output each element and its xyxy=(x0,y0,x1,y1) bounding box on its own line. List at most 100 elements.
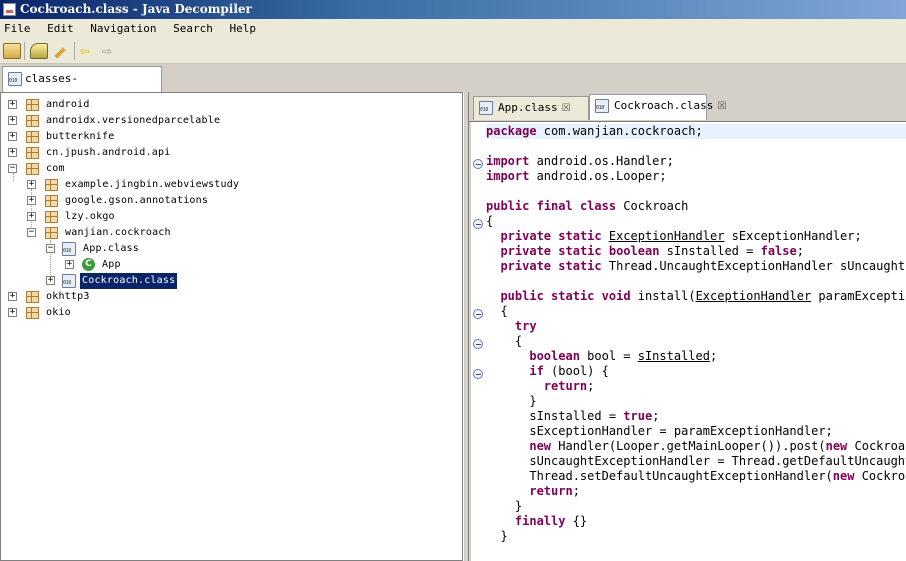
code-line: new Handler(Looper.getMainLooper()).post… xyxy=(529,439,906,453)
expand-toggle[interactable]: + xyxy=(65,260,74,269)
tree-item-label: lzy.okgo xyxy=(65,211,115,222)
expand-toggle[interactable]: + xyxy=(8,308,17,317)
code-editor[interactable]: package com.wanjian.cockroach; import and… xyxy=(471,122,906,561)
tree-item-label: okhttp3 xyxy=(46,291,90,302)
package-icon xyxy=(26,163,39,175)
code-line: sUncaughtExceptionHandler = Thread.getDe… xyxy=(529,454,906,468)
find-icon[interactable] xyxy=(52,43,70,59)
expand-toggle[interactable]: + xyxy=(8,100,17,109)
code-line: return; xyxy=(543,379,595,393)
code-line: sExceptionHandler = paramExceptionHandle… xyxy=(486,424,833,438)
back-arrow-icon[interactable]: ⇦ xyxy=(80,43,98,59)
tree-item-label: okio xyxy=(46,307,71,318)
tree-line xyxy=(13,173,14,181)
tree-item-label: cn.jpush.android.api xyxy=(46,147,171,158)
expand-toggle[interactable]: + xyxy=(8,148,17,157)
code-line: { xyxy=(486,304,508,318)
code-line: if (bool) { xyxy=(529,364,609,378)
code-line: public final class Cockroach xyxy=(486,199,689,213)
app-icon xyxy=(3,3,16,16)
toolbar-separator xyxy=(74,42,75,60)
code-line: return; xyxy=(529,484,580,498)
class-file-icon xyxy=(62,274,76,288)
toolbar-separator xyxy=(24,42,25,60)
tree-item-label: App.class xyxy=(83,243,139,254)
code-line: private static Thread.UncaughtExceptionH… xyxy=(500,259,906,273)
expand-toggle[interactable]: + xyxy=(27,196,36,205)
menu-search[interactable]: Search xyxy=(173,22,213,35)
package-icon xyxy=(26,291,39,303)
code-line: package com.wanjian.cockroach; xyxy=(486,124,906,139)
expand-toggle[interactable]: + xyxy=(8,132,17,141)
forward-arrow-icon[interactable]: ⇨ xyxy=(102,43,120,59)
tab-label: Cockroach.class xyxy=(614,99,714,112)
fold-icon[interactable] xyxy=(473,159,483,169)
toolbar: ⇦ ⇨ xyxy=(0,39,906,64)
code-line: try xyxy=(514,319,537,333)
tree-item-label: google.gson.annotations xyxy=(65,195,209,206)
tree-item-label: com xyxy=(46,163,65,174)
tab-classes-dex2jar[interactable]: classes-dex2jar.jar☒ xyxy=(2,66,162,109)
class-file-icon xyxy=(595,99,609,113)
open-folder-icon[interactable] xyxy=(3,43,21,59)
code-line: finally {} xyxy=(514,514,588,528)
open-jar-icon[interactable] xyxy=(30,43,48,59)
tab-label: App.class xyxy=(498,101,558,114)
fold-icon[interactable] xyxy=(473,369,483,379)
tab-cockroach-class[interactable]: Cockroach.class☒ xyxy=(589,94,726,120)
expand-toggle[interactable]: + xyxy=(27,212,36,221)
collapse-toggle[interactable]: − xyxy=(8,164,17,173)
tree-item-label-selected: Cockroach.class xyxy=(80,273,178,289)
menu-file[interactable]: File xyxy=(4,22,31,35)
collapse-toggle[interactable]: − xyxy=(27,228,36,237)
code-line: } xyxy=(486,394,537,408)
expand-toggle[interactable]: + xyxy=(8,292,17,301)
tree-item-label: wanjian.cockroach xyxy=(65,227,171,238)
package-tree: + android + androidx.versionedparcelable… xyxy=(0,92,463,561)
menu-help[interactable]: Help xyxy=(229,22,256,35)
main-tab-bar: classes-dex2jar.jar☒ xyxy=(0,64,906,109)
code-line: Thread.setDefaultUncaughtExceptionHandle… xyxy=(486,469,906,483)
code-line: private static ExceptionHandler sExcepti… xyxy=(500,229,862,243)
package-icon xyxy=(26,99,39,111)
editor-gutter xyxy=(471,122,485,561)
tree-item-label: butterknife xyxy=(46,131,115,142)
window-title: Cockroach.class - Java Decompiler xyxy=(20,2,252,16)
menu-navigation[interactable]: Navigation xyxy=(90,22,156,35)
pane-splitter[interactable] xyxy=(463,92,469,561)
tab-app-class[interactable]: App.class ☒ xyxy=(473,96,589,120)
expand-toggle[interactable]: + xyxy=(46,276,55,285)
fold-icon[interactable] xyxy=(473,309,483,319)
menu-bar: File Edit Navigation Search Help xyxy=(0,19,906,39)
jar-file-icon xyxy=(8,72,22,86)
collapse-toggle[interactable]: − xyxy=(46,244,55,253)
tree-item-label: androidx.versionedparcelable xyxy=(46,115,221,126)
package-icon xyxy=(45,195,58,207)
fold-icon[interactable] xyxy=(473,219,483,229)
close-tab-icon[interactable]: ☒ xyxy=(717,101,726,112)
package-icon xyxy=(45,227,58,239)
code-line: } xyxy=(486,529,508,543)
expand-toggle[interactable]: + xyxy=(27,180,36,189)
class-file-icon xyxy=(479,101,493,115)
code-line: { xyxy=(486,214,494,228)
expand-toggle[interactable]: + xyxy=(8,116,17,125)
title-bar: Cockroach.class - Java Decompiler xyxy=(0,0,906,19)
package-icon xyxy=(26,307,39,319)
package-icon xyxy=(26,115,39,127)
menu-edit[interactable]: Edit xyxy=(47,22,74,35)
class-file-icon xyxy=(62,242,76,256)
fold-icon[interactable] xyxy=(473,339,483,349)
package-icon xyxy=(45,179,58,191)
code-line: import android.os.Looper; xyxy=(486,169,667,183)
tree-item-label: android xyxy=(46,99,90,110)
class-icon: C xyxy=(82,258,95,271)
close-tab-icon[interactable]: ☒ xyxy=(562,103,571,114)
code-line: private static boolean sInstalled = fals… xyxy=(500,244,804,258)
code-line: import android.os.Handler; xyxy=(486,154,674,168)
code-line: } xyxy=(486,499,523,513)
code-line: public static void install(ExceptionHand… xyxy=(500,289,906,303)
package-icon xyxy=(26,147,39,159)
tree-item-label: example.jingbin.webviewstudy xyxy=(65,179,240,190)
code-line: { xyxy=(486,334,523,348)
